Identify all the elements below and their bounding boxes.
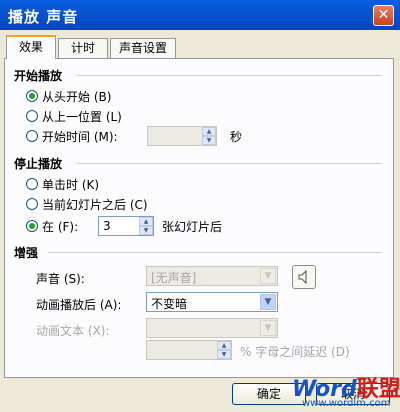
volume-button[interactable]	[292, 265, 316, 289]
window-title: 播放 声音	[8, 8, 79, 26]
section-divider	[76, 75, 382, 76]
section-divider	[48, 252, 382, 253]
stop-section-title: 停止播放	[14, 157, 63, 171]
after-animation-label: 动画播放后 (A):	[36, 298, 122, 312]
radio-on-click[interactable]	[26, 178, 38, 190]
tab-label: 声音设置	[118, 41, 167, 55]
radio-from-last-position[interactable]	[26, 110, 38, 122]
spin-down-icon[interactable]: ▼	[202, 136, 216, 145]
tab-timing[interactable]: 计时	[58, 38, 108, 58]
spin-down-icon[interactable]: ▼	[139, 226, 153, 235]
enhance-section-title: 增强	[14, 246, 39, 260]
close-icon: ✕	[377, 7, 390, 23]
tab-label: 计时	[70, 41, 95, 55]
after-slides-spinner[interactable]: 3 ▲ ▼	[98, 216, 154, 236]
sound-value: [无声音]	[151, 271, 197, 285]
ok-button-label: 确定	[256, 387, 281, 401]
after-slides-label: 张幻灯片后	[162, 220, 223, 234]
after-animation-select[interactable]: 不变暗 ▼	[146, 292, 278, 312]
radio-after-current-slide-label: 当前幻灯片之后 (C)	[42, 198, 148, 212]
radio-after-slides-label: 在 (F):	[42, 220, 79, 234]
radio-after-slides[interactable]	[26, 220, 38, 232]
radio-after-current-slide[interactable]	[26, 198, 38, 210]
after-slides-value: 3	[103, 219, 111, 233]
letter-delay-spinner[interactable]: ▲ ▼	[146, 340, 232, 360]
radio-start-time-label: 开始时间 (M):	[42, 130, 118, 144]
tab-sound-settings[interactable]: 声音设置	[110, 38, 176, 58]
animate-text-select[interactable]: ▼	[146, 318, 278, 338]
chevron-down-icon: ▼	[260, 268, 276, 284]
seconds-label: 秒	[230, 130, 243, 144]
speaker-icon	[298, 269, 307, 285]
letter-delay-label: % 字母之间延迟 (D)	[240, 345, 350, 359]
tab-label: 效果	[18, 40, 43, 54]
section-divider	[76, 163, 382, 164]
spin-up-icon[interactable]: ▲	[202, 127, 216, 136]
radio-from-beginning-label: 从头开始 (B)	[42, 90, 112, 104]
radio-start-time[interactable]	[26, 130, 38, 142]
tab-effect[interactable]: 效果	[6, 35, 56, 59]
watermark-url: www.wordlm.com	[302, 398, 391, 409]
title-bar: 播放 声音 ✕	[0, 0, 400, 30]
spin-up-icon[interactable]: ▲	[217, 341, 231, 350]
close-button[interactable]: ✕	[373, 5, 394, 26]
spin-up-icon[interactable]: ▲	[139, 217, 153, 226]
radio-from-beginning[interactable]	[26, 90, 38, 102]
sound-label: 声音 (S):	[36, 272, 85, 286]
spin-down-icon[interactable]: ▼	[217, 350, 231, 359]
animate-text-label: 动画文本 (X):	[36, 324, 110, 338]
chevron-down-icon: ▼	[260, 294, 276, 310]
after-animation-value: 不变暗	[151, 297, 188, 311]
watermark: Word联盟 www.wordlm.com	[288, 371, 400, 411]
radio-on-click-label: 单击时 (K)	[42, 178, 100, 192]
chevron-down-icon: ▼	[260, 320, 276, 336]
radio-from-last-position-label: 从上一位置 (L)	[42, 110, 122, 124]
start-time-spinner[interactable]: ▲ ▼	[147, 126, 217, 146]
sound-select[interactable]: [无声音] ▼	[146, 266, 278, 286]
start-section-title: 开始播放	[14, 69, 63, 83]
